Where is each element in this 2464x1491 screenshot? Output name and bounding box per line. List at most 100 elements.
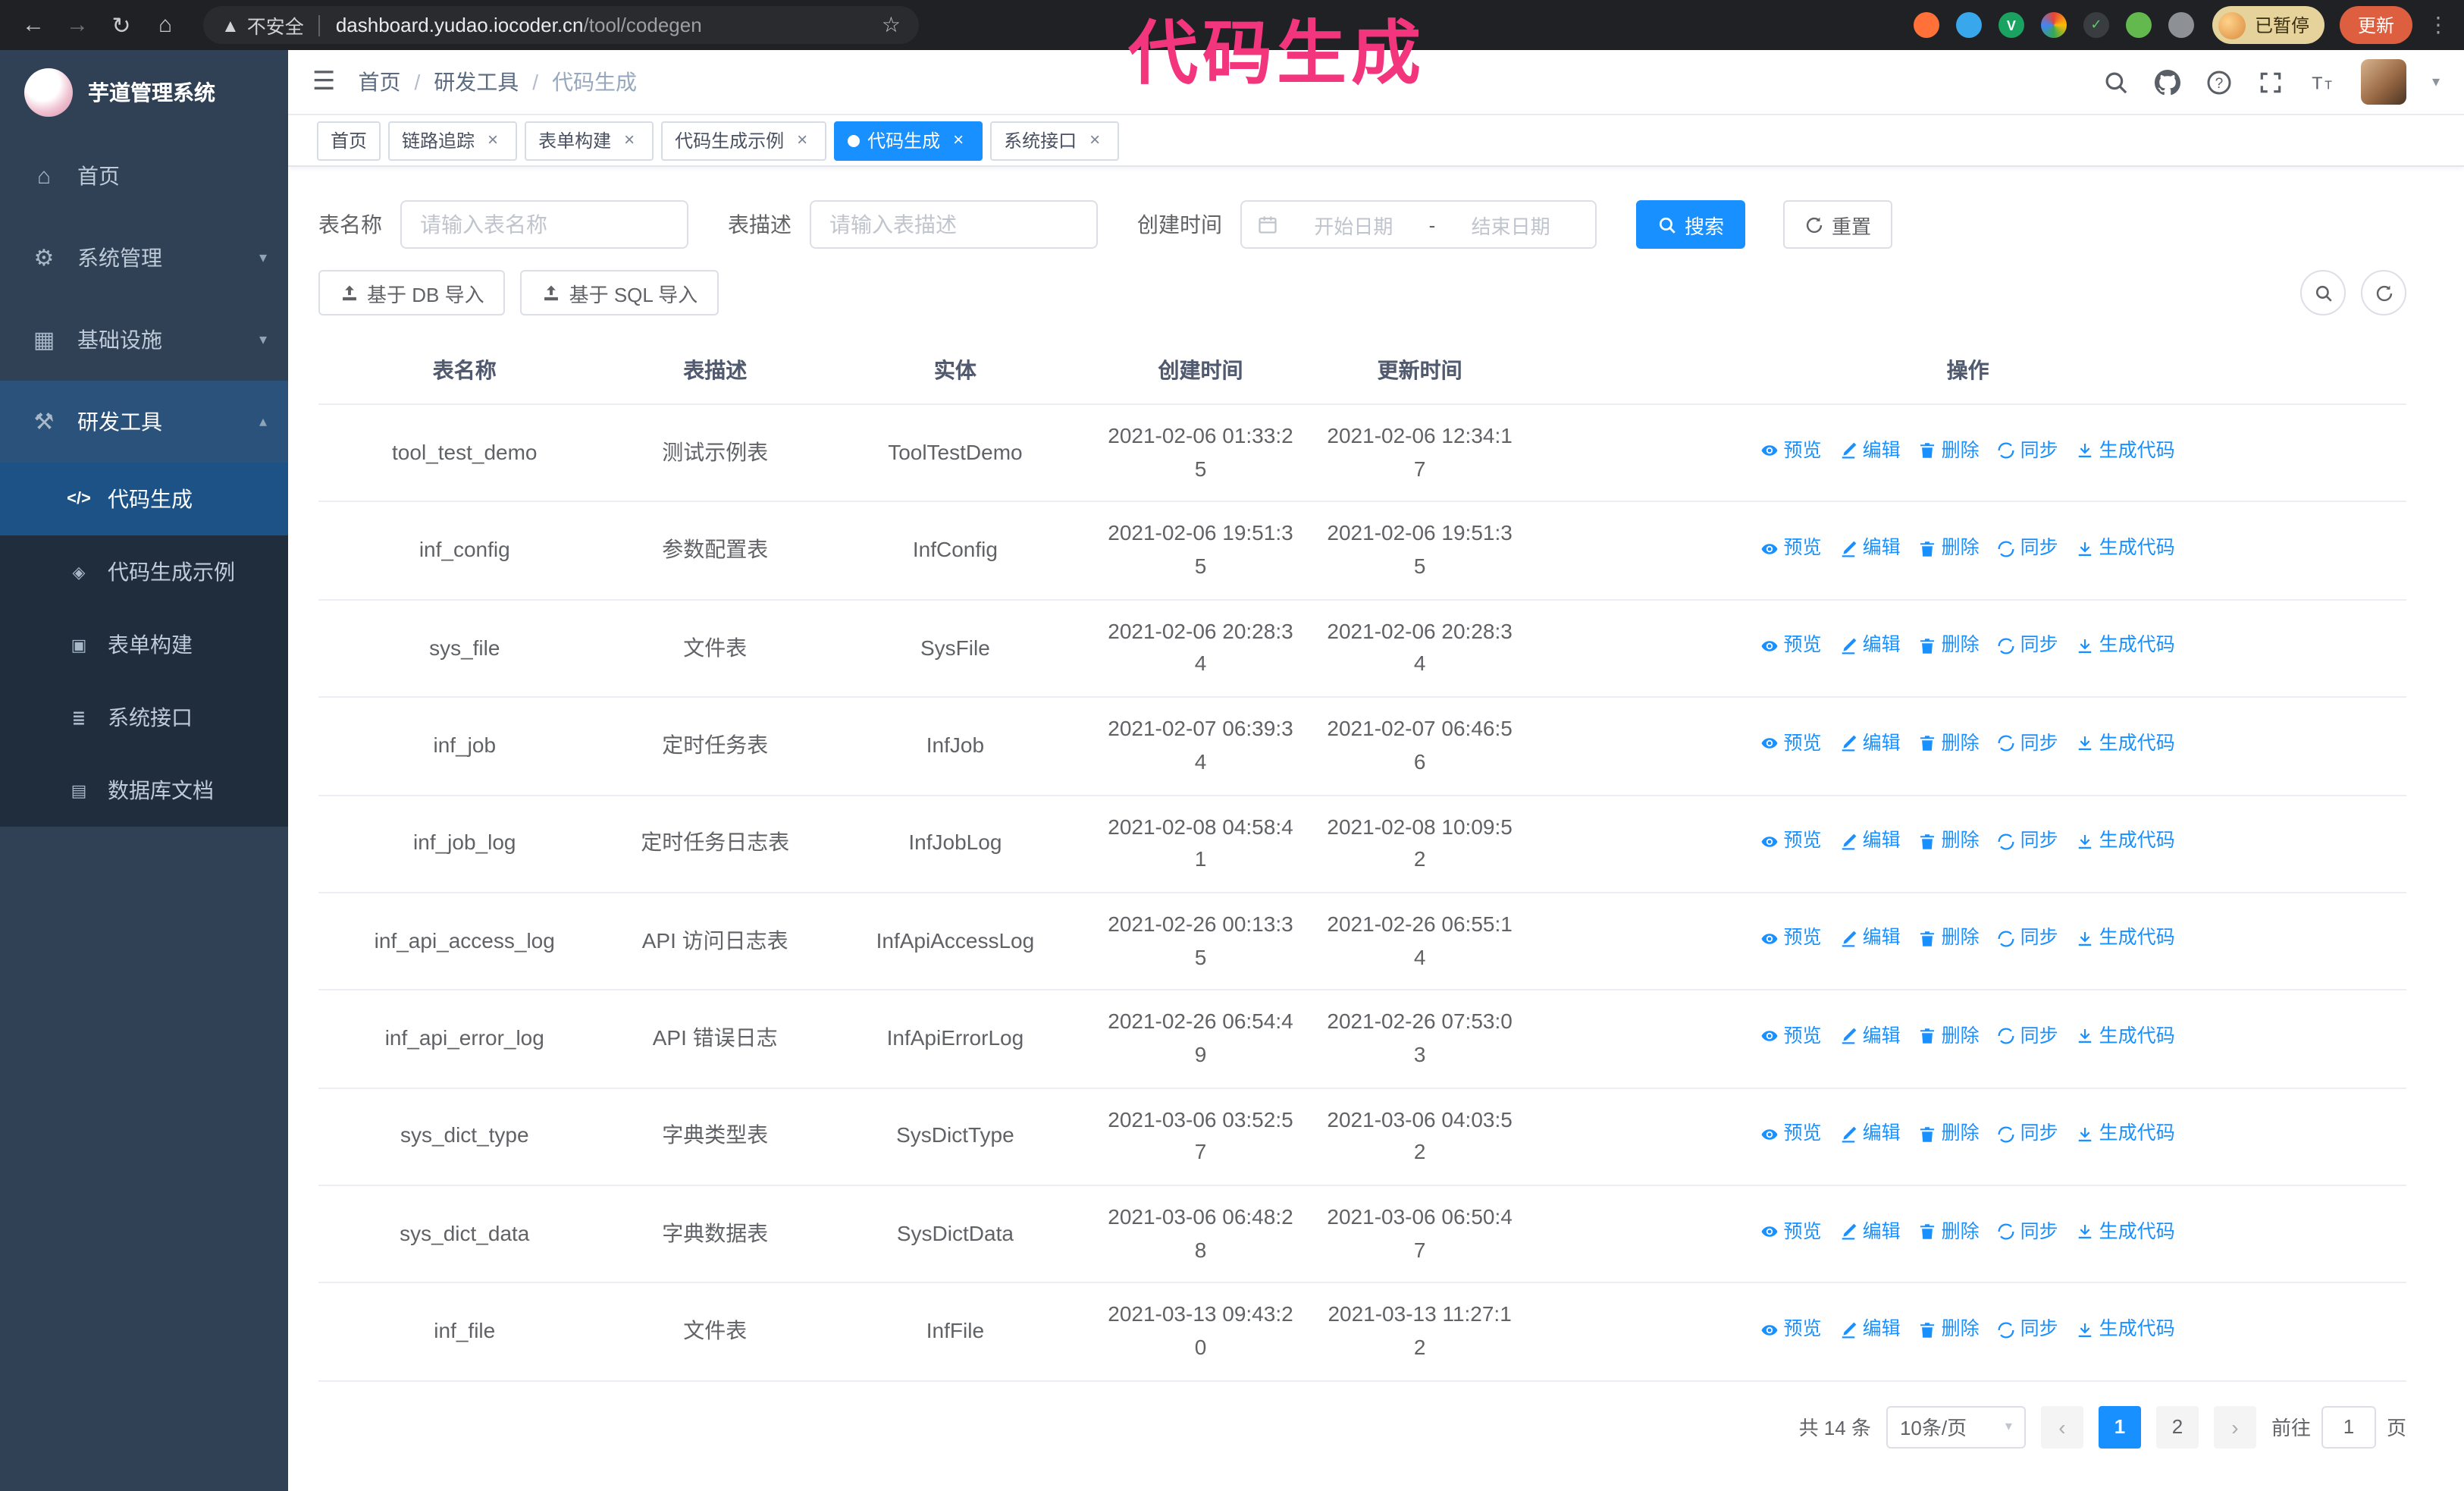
action-sync-link[interactable]: 同步 [1998, 436, 2058, 466]
browser-menu-icon[interactable]: ⋮ [2428, 12, 2449, 38]
sidebar-item-system-management[interactable]: ⚙ 系统管理 ▾ [0, 217, 288, 299]
refresh-table-icon[interactable] [2361, 270, 2406, 315]
extension-icon[interactable] [1955, 12, 1982, 38]
action-generate-link[interactable]: 生成代码 [2077, 1119, 2175, 1149]
user-avatar[interactable] [2360, 59, 2406, 105]
browser-home-button[interactable]: ⌂ [147, 7, 183, 43]
action-delete-link[interactable]: 删除 [1919, 827, 1980, 856]
tab-trace[interactable]: 链路追踪 × [388, 121, 518, 160]
action-preview-link[interactable]: 预览 [1761, 436, 1822, 466]
extension-icon[interactable]: V [1998, 12, 2024, 38]
font-size-icon[interactable]: TT [2309, 69, 2335, 95]
action-preview-link[interactable]: 预览 [1761, 729, 1822, 758]
tab-form-builder[interactable]: 表单构建 × [525, 121, 654, 160]
extensions-puzzle-icon[interactable] [2168, 12, 2194, 38]
sidebar-item-codegen[interactable]: </> 代码生成 [0, 463, 288, 535]
action-edit-link[interactable]: 编辑 [1840, 924, 1901, 954]
action-preview-link[interactable]: 预览 [1761, 534, 1822, 563]
action-preview-link[interactable]: 预览 [1761, 632, 1822, 661]
action-delete-link[interactable]: 删除 [1919, 1315, 1980, 1345]
action-sync-link[interactable]: 同步 [1998, 1022, 2058, 1052]
breadcrumb-dev-tools[interactable]: 研发工具 [434, 67, 519, 97]
search-icon[interactable] [2103, 69, 2129, 95]
action-preview-link[interactable]: 预览 [1761, 1217, 1822, 1247]
extension-icon[interactable] [1913, 12, 1939, 38]
browser-forward-button[interactable]: → [59, 7, 96, 43]
extension-icon[interactable] [2040, 12, 2067, 38]
tab-system-api[interactable]: 系统接口 × [990, 121, 1120, 160]
import-sql-button[interactable]: 基于 SQL 导入 [520, 270, 719, 315]
search-button[interactable]: 搜索 [1636, 200, 1746, 249]
action-delete-link[interactable]: 删除 [1919, 632, 1980, 661]
action-edit-link[interactable]: 编辑 [1840, 534, 1901, 563]
sidebar-item-system-api[interactable]: ≣ 系统接口 [0, 681, 288, 754]
action-generate-link[interactable]: 生成代码 [2077, 1217, 2175, 1247]
action-edit-link[interactable]: 编辑 [1840, 1217, 1901, 1247]
sidebar-item-dev-tools[interactable]: ⚒ 研发工具 ▴ [0, 381, 288, 463]
action-preview-link[interactable]: 预览 [1761, 827, 1822, 856]
action-edit-link[interactable]: 编辑 [1840, 827, 1901, 856]
page-size-select[interactable]: 10条/页 ▾ [1886, 1405, 2026, 1449]
action-delete-link[interactable]: 删除 [1919, 1217, 1980, 1247]
action-delete-link[interactable]: 删除 [1919, 924, 1980, 954]
action-sync-link[interactable]: 同步 [1998, 1119, 2058, 1149]
action-delete-link[interactable]: 删除 [1919, 1022, 1980, 1052]
action-delete-link[interactable]: 删除 [1919, 534, 1980, 563]
reset-button[interactable]: 重置 [1783, 200, 1893, 249]
action-generate-link[interactable]: 生成代码 [2077, 827, 2175, 856]
sidebar-item-home[interactable]: ⌂ 首页 [0, 135, 288, 217]
action-edit-link[interactable]: 编辑 [1840, 436, 1901, 466]
page-button-1[interactable]: 1 [2098, 1405, 2141, 1449]
action-sync-link[interactable]: 同步 [1998, 1217, 2058, 1247]
action-preview-link[interactable]: 预览 [1761, 1022, 1822, 1052]
browser-update-button[interactable]: 更新 [2339, 6, 2412, 44]
prev-page-button[interactable]: ‹ [2040, 1405, 2083, 1449]
tab-codegen-example[interactable]: 代码生成示例 × [661, 121, 827, 160]
tab-close-icon[interactable]: × [948, 129, 969, 151]
action-sync-link[interactable]: 同步 [1998, 1315, 2058, 1345]
action-edit-link[interactable]: 编辑 [1840, 1119, 1901, 1149]
profile-sync-paused-badge[interactable]: 已暂停 [2212, 6, 2324, 44]
action-edit-link[interactable]: 编辑 [1840, 1022, 1901, 1052]
goto-page-input[interactable] [2321, 1405, 2376, 1449]
address-bar[interactable]: ▲ 不安全 dashboard.yudao.iocoder.cn/tool/co… [203, 6, 919, 44]
import-db-button[interactable]: 基于 DB 导入 [318, 270, 506, 315]
action-delete-link[interactable]: 删除 [1919, 436, 1980, 466]
tab-close-icon[interactable]: × [619, 129, 640, 151]
date-range-picker[interactable]: 开始日期 - 结束日期 [1240, 200, 1597, 249]
action-preview-link[interactable]: 预览 [1761, 924, 1822, 954]
help-icon[interactable]: ? [2206, 69, 2232, 95]
extension-icon[interactable] [2125, 12, 2152, 38]
action-edit-link[interactable]: 编辑 [1840, 632, 1901, 661]
action-delete-link[interactable]: 删除 [1919, 729, 1980, 758]
tab-codegen[interactable]: 代码生成 × [834, 121, 983, 160]
github-icon[interactable] [2154, 69, 2180, 95]
tab-home[interactable]: 首页 [317, 121, 381, 160]
sidebar-item-db-doc[interactable]: ▤ 数据库文档 [0, 754, 288, 827]
extension-icon[interactable]: ✓ [2083, 12, 2109, 38]
action-sync-link[interactable]: 同步 [1998, 924, 2058, 954]
bookmark-star-icon[interactable]: ☆ [882, 12, 901, 38]
action-generate-link[interactable]: 生成代码 [2077, 924, 2175, 954]
sidebar-item-form-builder[interactable]: ▣ 表单构建 [0, 608, 288, 681]
fullscreen-icon[interactable] [2258, 69, 2284, 95]
action-generate-link[interactable]: 生成代码 [2077, 729, 2175, 758]
tab-close-icon[interactable]: × [792, 129, 813, 151]
action-sync-link[interactable]: 同步 [1998, 827, 2058, 856]
action-preview-link[interactable]: 预览 [1761, 1119, 1822, 1149]
browser-reload-button[interactable]: ↻ [103, 7, 140, 43]
action-generate-link[interactable]: 生成代码 [2077, 534, 2175, 563]
table-desc-input[interactable] [810, 200, 1098, 249]
action-sync-link[interactable]: 同步 [1998, 632, 2058, 661]
tab-close-icon[interactable]: × [1084, 129, 1105, 151]
menu-fold-icon[interactable]: ☰ [312, 67, 336, 97]
tab-close-icon[interactable]: × [482, 129, 503, 151]
next-page-button[interactable]: › [2213, 1405, 2256, 1449]
page-button-2[interactable]: 2 [2155, 1405, 2199, 1449]
action-sync-link[interactable]: 同步 [1998, 534, 2058, 563]
table-name-input[interactable] [400, 200, 688, 249]
action-sync-link[interactable]: 同步 [1998, 729, 2058, 758]
action-delete-link[interactable]: 删除 [1919, 1119, 1980, 1149]
action-generate-link[interactable]: 生成代码 [2077, 1022, 2175, 1052]
breadcrumb-home[interactable]: 首页 [359, 67, 401, 97]
